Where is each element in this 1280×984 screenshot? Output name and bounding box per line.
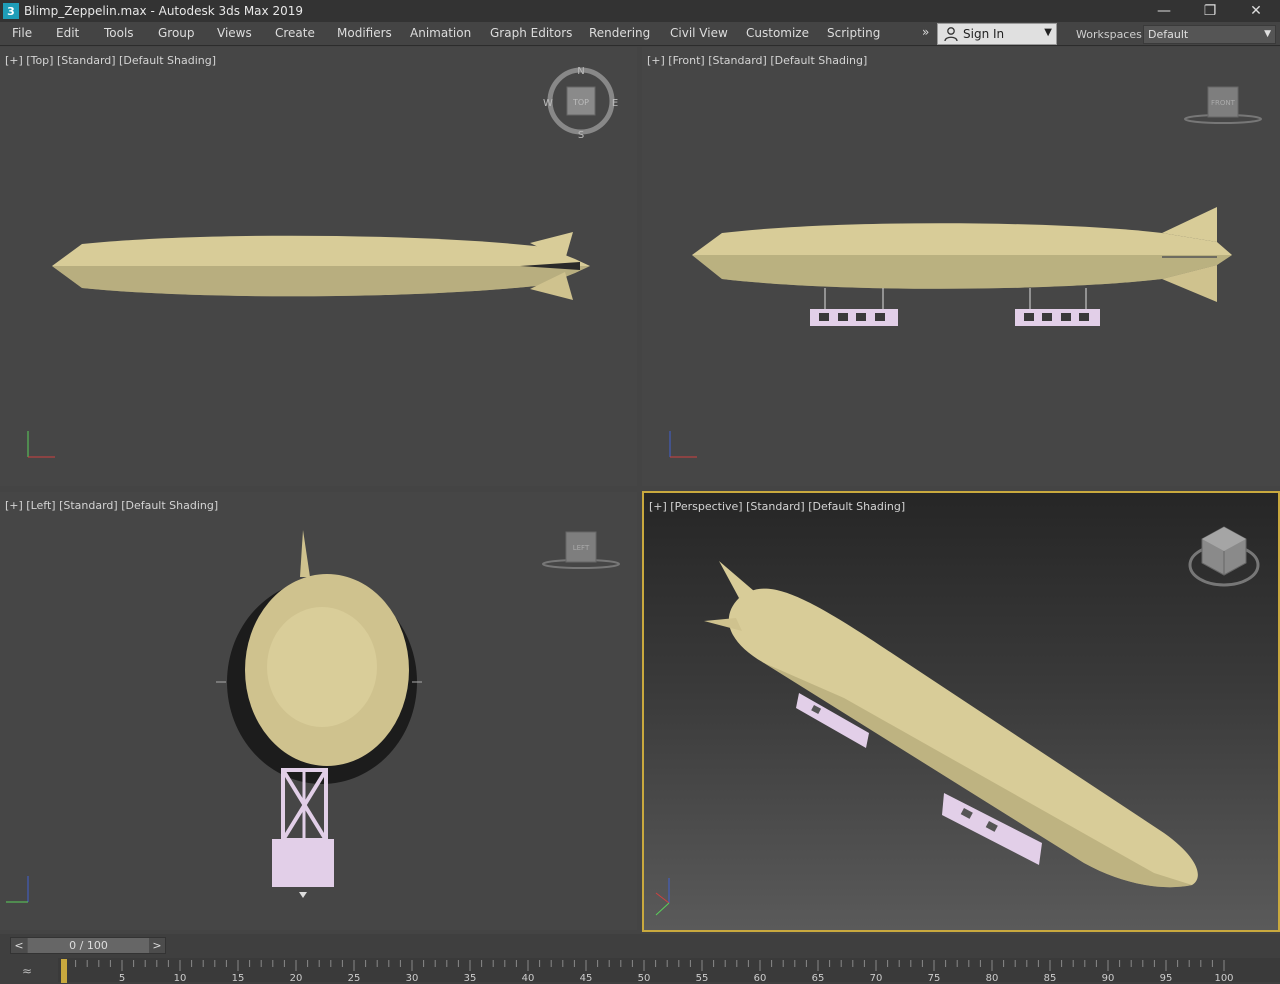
axis-tripod-icon (27, 431, 55, 458)
compass-west: W (543, 98, 553, 109)
time-cursor[interactable] (61, 959, 67, 983)
user-icon (944, 27, 958, 42)
viewport-perspective[interactable]: [+] [Perspective] [Standard] [Default Sh… (642, 491, 1280, 932)
viewcube-front-icon: FRONT (1184, 86, 1262, 124)
menu-graph-editors[interactable]: Graph Editors (490, 26, 572, 40)
window-title: Blimp_Zeppelin.max - Autodesk 3ds Max 20… (24, 4, 303, 18)
tick-label: 65 (811, 973, 825, 984)
tick-label: 45 (579, 973, 593, 984)
tick-label: 70 (869, 973, 883, 984)
tick-label: 20 (289, 973, 303, 984)
menu-edit[interactable]: Edit (56, 26, 79, 40)
viewport-top[interactable]: [+] [Top] [Standard] [Default Shading] T… (0, 47, 637, 486)
left-scene: LEFT (6, 530, 620, 903)
viewcube-front-face: FRONT (1211, 99, 1236, 107)
tick-label: 90 (1101, 973, 1115, 984)
viewport-left[interactable]: [+] [Left] [Standard] [Default Shading] … (0, 492, 637, 930)
viewcube-left-face: LEFT (573, 544, 590, 552)
workspaces-select[interactable]: Default ▼ (1143, 25, 1276, 44)
tick-label: 5 (118, 973, 126, 984)
menu-tools[interactable]: Tools (104, 26, 134, 40)
chevron-down-icon: ▼ (1044, 27, 1052, 38)
blimp-top-view (52, 232, 590, 300)
minimize-button[interactable]: — (1141, 0, 1187, 22)
axis-tripod-icon (655, 878, 670, 916)
3dsmax-app-icon[interactable]: 3 (3, 3, 19, 19)
blimp-left-view (216, 530, 422, 898)
tick-label: 100 (1214, 973, 1234, 984)
tick-label: 25 (347, 973, 361, 984)
tick-label: 80 (985, 973, 999, 984)
top-scene: TOP N S E W (27, 66, 618, 458)
tick-label: 35 (463, 973, 477, 984)
menu-group[interactable]: Group (158, 26, 195, 40)
menu-modifiers[interactable]: Modifiers (337, 26, 392, 40)
menu-file[interactable]: File (12, 26, 32, 40)
tick-label: 60 (753, 973, 767, 984)
menu-views[interactable]: Views (217, 26, 252, 40)
compass-north: N (577, 66, 584, 77)
axis-tripod-icon (6, 876, 29, 903)
menu-civil-view[interactable]: Civil View (670, 26, 728, 40)
menu-scripting[interactable]: Scripting (827, 26, 880, 40)
tick-label: 75 (927, 973, 941, 984)
axis-tripod-icon (669, 431, 697, 458)
chevron-down-icon: ▼ (1264, 29, 1271, 39)
viewcube-top-face: TOP (572, 98, 589, 107)
workspaces-label: Workspaces: (1076, 28, 1146, 41)
viewcube-home-icon (1188, 526, 1260, 587)
blimp-perspective-view (704, 561, 1198, 888)
viewcube-compass-icon: TOP N S E W (543, 66, 618, 141)
front-scene: FRONT (669, 86, 1262, 458)
timeline-bar: < 0 / 100 > ≈ 0 5 10 15 20 25 30 35 40 4… (0, 934, 1280, 984)
tick-label: 10 (173, 973, 187, 984)
workspaces-value: Default (1148, 28, 1189, 41)
menu-create[interactable]: Create (275, 26, 315, 40)
viewport-front[interactable]: [+] [Front] [Standard] [Default Shading]… (642, 47, 1280, 486)
tick-label: 95 (1159, 973, 1173, 984)
tick-label: 30 (405, 973, 419, 984)
tick-label: 50 (637, 973, 651, 984)
sign-in-dropdown[interactable]: Sign In ▼ (937, 23, 1057, 45)
maximize-button[interactable]: ❐ (1187, 0, 1233, 22)
viewcube-left-icon: LEFT (542, 531, 620, 569)
menu-overflow-icon[interactable]: » (922, 25, 929, 39)
compass-east: E (612, 98, 618, 109)
menu-customize[interactable]: Customize (746, 26, 809, 40)
tick-label: 55 (695, 973, 709, 984)
close-button[interactable]: ✕ (1233, 0, 1279, 22)
tick-label: 40 (521, 973, 535, 984)
menu-animation[interactable]: Animation (410, 26, 471, 40)
sign-in-label: Sign In (963, 27, 1005, 41)
title-bar: 3 Blimp_Zeppelin.max - Autodesk 3ds Max … (0, 0, 1280, 22)
blimp-front-view (692, 207, 1232, 326)
menu-rendering[interactable]: Rendering (589, 26, 650, 40)
tick-label: 85 (1043, 973, 1057, 984)
perspective-scene (655, 526, 1260, 916)
compass-south: S (578, 130, 584, 141)
tick-label: 15 (231, 973, 245, 984)
